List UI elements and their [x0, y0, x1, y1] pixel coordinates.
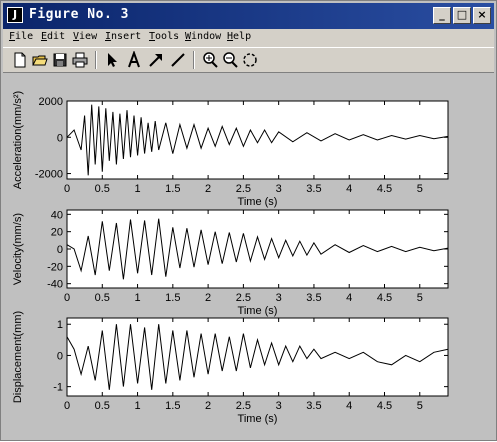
plot-2-xtick-label: 1.5	[165, 400, 180, 412]
zoom-out-icon[interactable]	[221, 51, 239, 69]
plot-1-ytick-label: -40	[47, 279, 63, 291]
plot-1-xtick-label: 2	[205, 292, 211, 304]
plot-0-xtick-label: 4.5	[377, 183, 392, 195]
plot-1-xtick-label: 0.5	[95, 292, 110, 304]
plot-1-ytick-label: 0	[57, 244, 63, 256]
plot-1-xtick-label: 2.5	[236, 292, 251, 304]
maximize-button[interactable]: □	[453, 7, 471, 24]
toolbar-separator	[193, 51, 195, 69]
plot-2-xtick-label: 1	[134, 400, 140, 412]
open-folder-icon[interactable]	[31, 51, 49, 69]
plot-2-xtick-label: 4	[346, 400, 352, 412]
toolbar	[3, 47, 494, 73]
plot-1-ytick-label: -20	[47, 261, 63, 273]
plot-2-xtick-label: 4.5	[377, 400, 392, 412]
plot-1-xtick-label: 1.5	[165, 292, 180, 304]
plot-2-xtick-label: 3	[276, 400, 282, 412]
plot-1-xtick-label: 1	[134, 292, 140, 304]
plot-1-xtick-label: 3	[276, 292, 282, 304]
rotate-3d-icon[interactable]	[241, 51, 259, 69]
new-file-icon[interactable]	[11, 51, 29, 69]
plot-0-xlabel: Time (s)	[238, 196, 278, 208]
plot-1-xtick-label: 5	[417, 292, 423, 304]
matlab-figure-icon: J	[7, 7, 23, 23]
title-bar[interactable]: J Figure No. 3 _ □ ×	[3, 3, 494, 29]
minimize-button[interactable]: _	[433, 7, 451, 24]
minimize-icon: _	[439, 8, 445, 21]
plot-0-xtick-label: 0	[64, 183, 70, 195]
plot-1-xtick-label: 4.5	[377, 292, 392, 304]
plot-1-xtick-label: 3.5	[306, 292, 321, 304]
maximize-icon: □	[456, 8, 468, 21]
plot-0-xtick-label: 2	[205, 183, 211, 195]
select-arrow-icon[interactable]	[103, 51, 121, 69]
menu-file-rest: ile	[15, 31, 34, 42]
plot-0-ytick-label: -2000	[35, 169, 63, 181]
plot-1-ytick-label: 20	[51, 227, 63, 239]
close-icon: ×	[477, 8, 487, 21]
plots-svg: 0 0.5 1 1.5 2 2.5 3 3.5 4 4.5 5-200002000Time (s)A…	[12, 91, 449, 425]
plot-0-xtick-label: 1	[134, 183, 140, 195]
plot-0-ylabel: Acceleration(mm/s²)	[12, 91, 24, 189]
window-title: Figure No. 3	[29, 7, 129, 22]
plot-0-xtick-label: 3.5	[306, 183, 321, 195]
figure-window: J Figure No. 3 _ □ × File Edit View Inse…	[0, 0, 497, 441]
plot-2-xtick-label: 2.5	[236, 400, 251, 412]
plot-2-ytick-label: 0	[57, 350, 63, 362]
plot-2-xlabel: Time (s)	[238, 413, 278, 425]
plot-0-axes	[66, 100, 449, 180]
insert-line-icon[interactable]	[169, 51, 187, 69]
plot-0-ytick-label: 0	[57, 132, 63, 144]
toolbar-separator	[95, 51, 97, 69]
plot-0-xtick-label: 1.5	[165, 183, 180, 195]
plot-1-xlabel: Time (s)	[238, 305, 278, 317]
menu-bar: File Edit View Insert Tools Window Help	[3, 29, 494, 47]
close-button[interactable]: ×	[473, 7, 491, 24]
menu-view[interactable]: View	[73, 31, 97, 42]
menu-insert[interactable]: Insert	[105, 31, 141, 42]
menu-window[interactable]: Window	[185, 31, 221, 42]
insert-arrow-icon[interactable]	[147, 51, 165, 69]
plot-2-ylabel: Displacement(mm)	[12, 311, 24, 403]
figure-canvas: 0 0.5 1 1.5 2 2.5 3 3.5 4 4.5 5 -2000 0 2000 Time (s) A…	[3, 73, 494, 438]
zoom-in-icon[interactable]	[201, 51, 219, 69]
insert-text-icon[interactable]	[125, 51, 143, 69]
print-icon[interactable]	[71, 51, 89, 69]
plot-2-xtick-label: 5	[417, 400, 423, 412]
plot-1-xtick-label: 0	[64, 292, 70, 304]
plot-2-xtick-label: 2	[205, 400, 211, 412]
plot-1-xtick-label: 4	[346, 292, 352, 304]
plot-0-xtick-label: 3	[276, 183, 282, 195]
plot-0-xtick-label: 5	[417, 183, 423, 195]
plot-2-ytick-label: 1	[57, 319, 63, 331]
menu-file[interactable]: File	[9, 31, 33, 42]
plot-0-xtick-label: 2.5	[236, 183, 251, 195]
menu-edit[interactable]: Edit	[41, 31, 65, 42]
plot-2-xtick-label: 0.5	[95, 400, 110, 412]
menu-help[interactable]: Help	[227, 31, 251, 42]
plot-2-xtick-label: 3.5	[306, 400, 321, 412]
plot-0-xtick-label: 4	[346, 183, 352, 195]
plot-2-xtick-label: 0	[64, 400, 70, 412]
plot-1-ytick-label: 40	[51, 209, 63, 221]
plot-0-ytick-label: 2000	[39, 96, 63, 108]
plot-0-xtick-label: 0.5	[95, 183, 110, 195]
menu-tools[interactable]: Tools	[149, 31, 179, 42]
save-icon[interactable]	[51, 51, 69, 69]
plot-2-ytick-label: -1	[53, 382, 63, 394]
plot-1-ylabel: Velocity(mm/s)	[12, 213, 24, 285]
